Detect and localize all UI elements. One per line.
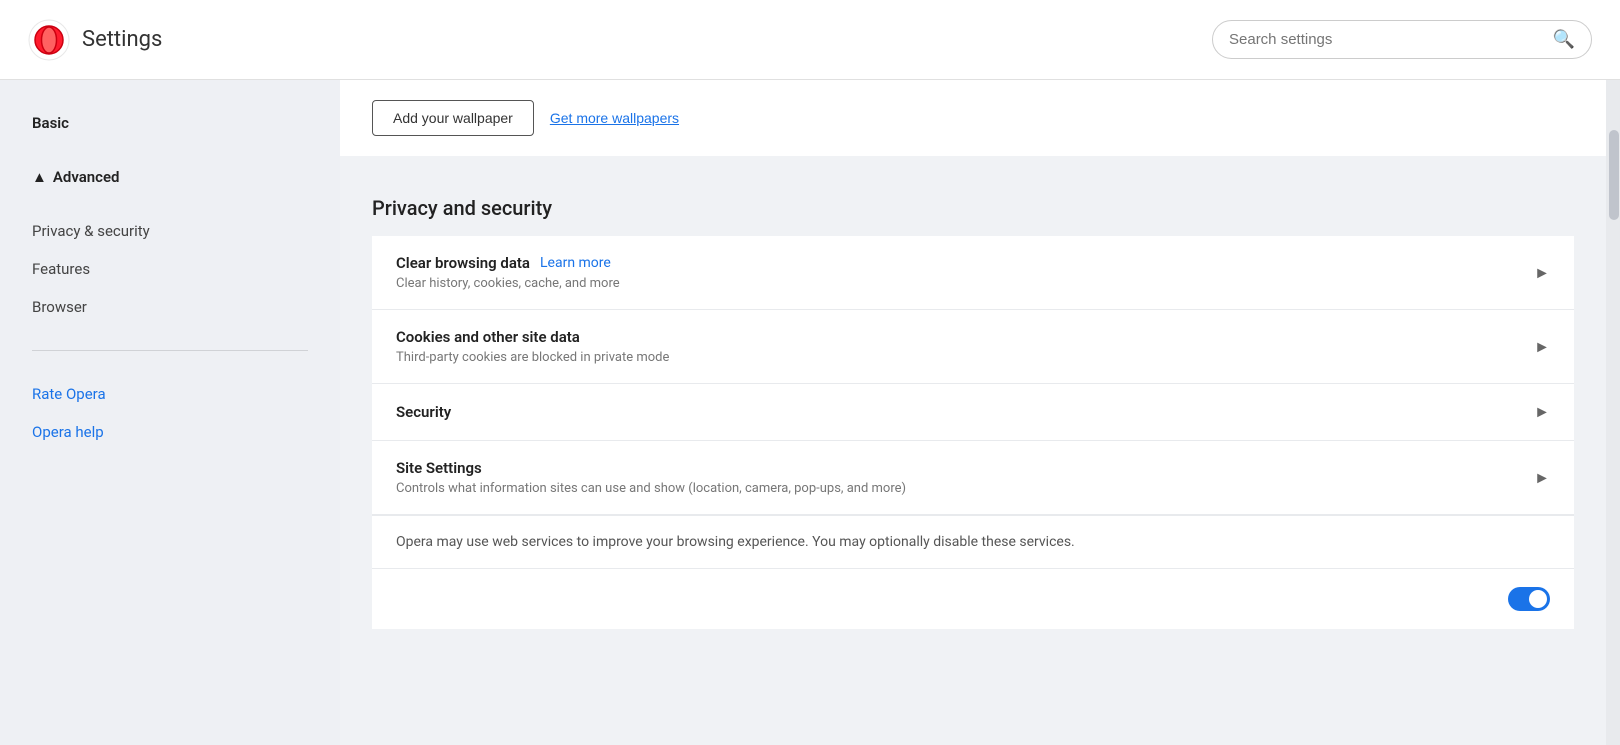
info-text-row: Opera may use web services to improve yo… bbox=[372, 515, 1574, 568]
sidebar-item-rate-opera[interactable]: Rate Opera bbox=[0, 375, 340, 413]
sidebar-item-privacy-security[interactable]: Privacy & security bbox=[0, 212, 340, 250]
chevron-up-icon: ▲ bbox=[32, 168, 47, 186]
chevron-right-icon-2: ► bbox=[1534, 337, 1550, 357]
sidebar-divider bbox=[32, 350, 308, 351]
learn-more-link[interactable]: Learn more bbox=[540, 255, 611, 271]
cookies-site-data-content: Cookies and other site data Third-party … bbox=[396, 328, 1534, 365]
cookies-site-data-title: Cookies and other site data bbox=[396, 328, 1534, 346]
advanced-label: Advanced bbox=[53, 168, 120, 186]
site-settings-title: Site Settings bbox=[396, 459, 1534, 477]
search-icon: 🔍 bbox=[1553, 29, 1575, 50]
sidebar: Basic ▲ Advanced Privacy & security Feat… bbox=[0, 80, 340, 745]
main-layout: Basic ▲ Advanced Privacy & security Feat… bbox=[0, 80, 1620, 745]
content-area: Add your wallpaper Get more wallpapers P… bbox=[340, 80, 1606, 745]
wallpaper-buttons: Add your wallpaper Get more wallpapers bbox=[372, 100, 1574, 136]
clear-browsing-data-desc: Clear history, cookies, cache, and more bbox=[396, 276, 1534, 291]
clear-browsing-data-title: Clear browsing data Learn more bbox=[396, 254, 1534, 272]
chevron-right-icon-3: ► bbox=[1534, 402, 1550, 422]
site-settings-row[interactable]: Site Settings Controls what information … bbox=[372, 441, 1574, 515]
sidebar-item-basic[interactable]: Basic bbox=[0, 104, 340, 142]
scrollbar-thumb bbox=[1609, 130, 1619, 220]
partial-bottom-row bbox=[372, 568, 1574, 629]
wallpaper-section: Add your wallpaper Get more wallpapers bbox=[340, 80, 1606, 156]
page-title: Settings bbox=[82, 27, 162, 52]
toggle-switch[interactable] bbox=[1508, 587, 1550, 611]
add-wallpaper-button[interactable]: Add your wallpaper bbox=[372, 100, 534, 136]
security-content: Security bbox=[396, 403, 1534, 421]
cookies-site-data-row[interactable]: Cookies and other site data Third-party … bbox=[372, 310, 1574, 384]
sidebar-item-features[interactable]: Features bbox=[0, 250, 340, 288]
sidebar-item-opera-help[interactable]: Opera help bbox=[0, 413, 340, 451]
site-settings-desc: Controls what information sites can use … bbox=[396, 481, 1534, 496]
privacy-section-title: Privacy and security bbox=[372, 172, 1574, 236]
privacy-section: Privacy and security Clear browsing data… bbox=[340, 172, 1606, 629]
get-more-wallpapers-link[interactable]: Get more wallpapers bbox=[550, 110, 679, 126]
clear-browsing-data-row[interactable]: Clear browsing data Learn more Clear his… bbox=[372, 236, 1574, 310]
search-input[interactable] bbox=[1229, 31, 1553, 48]
sidebar-item-advanced[interactable]: ▲ Advanced bbox=[0, 158, 340, 196]
chevron-right-icon: ► bbox=[1534, 263, 1550, 283]
clear-browsing-data-card: Clear browsing data Learn more Clear his… bbox=[372, 236, 1574, 629]
security-title: Security bbox=[396, 403, 1534, 421]
header: Settings 🔍 bbox=[0, 0, 1620, 80]
clear-browsing-data-content: Clear browsing data Learn more Clear his… bbox=[396, 254, 1534, 291]
scrollbar[interactable] bbox=[1606, 80, 1620, 745]
opera-logo-icon bbox=[28, 19, 70, 61]
chevron-right-icon-4: ► bbox=[1534, 468, 1550, 488]
header-left: Settings bbox=[28, 19, 162, 61]
cookies-site-data-desc: Third-party cookies are blocked in priva… bbox=[396, 350, 1534, 365]
info-text: Opera may use web services to improve yo… bbox=[396, 534, 1075, 550]
site-settings-content: Site Settings Controls what information … bbox=[396, 459, 1534, 496]
security-row[interactable]: Security ► bbox=[372, 384, 1574, 441]
sidebar-item-browser[interactable]: Browser bbox=[0, 288, 340, 326]
search-box-container: 🔍 bbox=[1212, 20, 1592, 59]
